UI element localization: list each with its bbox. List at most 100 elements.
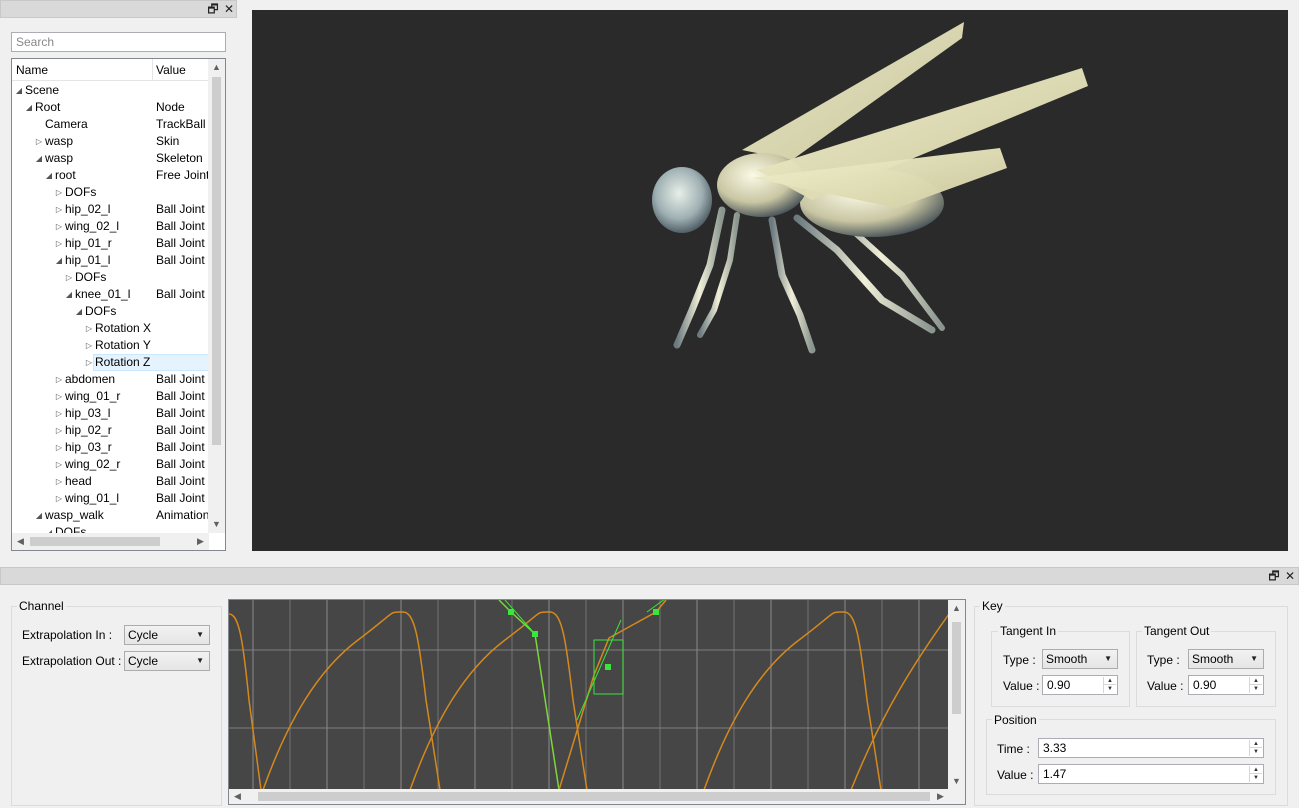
tangent-in-value-spinbox[interactable]: 0.90 ▲ ▼ <box>1042 675 1118 695</box>
tree-row[interactable]: ▷ Rotation Y <box>12 337 209 354</box>
spin-up-icon[interactable]: ▲ <box>1104 677 1116 685</box>
scene-tree[interactable]: Name Value ◢ Scene ◢ Root Node Camera Tr… <box>11 58 226 551</box>
tree-row[interactable]: ▷ DOFs <box>12 184 209 201</box>
expanded-arrow-icon[interactable]: ◢ <box>34 507 44 524</box>
tree-row[interactable]: ◢ wasp_walk Animation <box>12 507 209 524</box>
column-header-value[interactable]: Value <box>156 63 186 77</box>
scroll-left-icon[interactable]: ◀ <box>229 788 246 804</box>
3d-viewport[interactable] <box>252 10 1288 551</box>
close-icon[interactable]: ✕ <box>1283 569 1297 583</box>
tree-vertical-scrollbar[interactable]: ▲ ▼ <box>208 59 225 533</box>
collapsed-arrow-icon[interactable]: ▷ <box>84 337 94 354</box>
time-spinbox[interactable]: 3.33 ▲ ▼ <box>1038 738 1264 758</box>
collapsed-arrow-icon[interactable]: ▷ <box>54 371 64 388</box>
expanded-arrow-icon[interactable]: ◢ <box>54 252 64 269</box>
column-header-name[interactable]: Name <box>16 63 48 77</box>
extrapolation-in-dropdown[interactable]: Cycle ▼ <box>124 625 210 645</box>
expanded-arrow-icon[interactable]: ◢ <box>64 286 74 303</box>
scroll-left-icon[interactable]: ◀ <box>12 533 29 550</box>
tree-row[interactable]: ▷ wasp Skin <box>12 133 209 150</box>
tree-row[interactable]: ▷ head Ball Joint <box>12 473 209 490</box>
tree-row[interactable]: ▷ Rotation X <box>12 320 209 337</box>
tree-row[interactable]: ◢ DOFs <box>12 303 209 320</box>
tree-row[interactable]: ▷ hip_02_l Ball Joint <box>12 201 209 218</box>
collapsed-arrow-icon[interactable]: ▷ <box>34 133 44 150</box>
search-input[interactable] <box>11 32 226 52</box>
column-separator[interactable] <box>152 59 153 80</box>
curve-plot-area[interactable] <box>229 600 950 791</box>
close-icon[interactable]: ✕ <box>222 2 236 16</box>
position-value-spinbox[interactable]: 1.47 ▲ ▼ <box>1038 764 1264 784</box>
tree-row-selected[interactable]: ▷ Rotation Z <box>12 354 209 371</box>
tree-row[interactable]: ▷ DOFs <box>12 269 209 286</box>
spin-down-icon[interactable]: ▼ <box>1250 774 1262 782</box>
scroll-right-icon[interactable]: ▶ <box>932 788 949 804</box>
scrollbar-thumb[interactable] <box>952 622 961 714</box>
spin-up-icon[interactable]: ▲ <box>1250 766 1262 774</box>
collapsed-arrow-icon[interactable]: ▷ <box>54 388 64 405</box>
tangent-out-type-dropdown[interactable]: Smooth ▼ <box>1188 649 1264 669</box>
curve-editor[interactable]: ▲ ▼ ◀ ▶ <box>228 599 966 805</box>
tree-row[interactable]: ▷ wing_01_r Ball Joint <box>12 388 209 405</box>
tree-row[interactable]: ▷ wing_01_l Ball Joint <box>12 490 209 507</box>
time-label: Time : <box>997 742 1030 756</box>
collapsed-arrow-icon[interactable]: ▷ <box>54 235 64 252</box>
scrollbar-thumb[interactable] <box>30 537 160 546</box>
collapsed-arrow-icon[interactable]: ▷ <box>54 422 64 439</box>
scroll-up-icon[interactable]: ▲ <box>208 59 225 76</box>
tree-row[interactable]: ▷ hip_03_l Ball Joint <box>12 405 209 422</box>
tree-row[interactable]: ◢ wasp Skeleton <box>12 150 209 167</box>
tree-row[interactable]: ▷ abdomen Ball Joint <box>12 371 209 388</box>
spin-up-icon[interactable]: ▲ <box>1250 677 1262 685</box>
collapsed-arrow-icon[interactable]: ▷ <box>84 320 94 337</box>
extrapolation-out-dropdown[interactable]: Cycle ▼ <box>124 651 210 671</box>
collapsed-arrow-icon[interactable]: ▷ <box>54 184 64 201</box>
spin-down-icon[interactable]: ▼ <box>1104 685 1116 693</box>
tree-row[interactable]: ▷ hip_02_r Ball Joint <box>12 422 209 439</box>
tree-row[interactable]: ◢ hip_01_l Ball Joint <box>12 252 209 269</box>
collapsed-arrow-icon[interactable]: ▷ <box>54 490 64 507</box>
scroll-down-icon[interactable]: ▼ <box>948 773 965 790</box>
spinbox-value: 0.90 <box>1193 678 1217 692</box>
tree-row[interactable]: ▷ hip_03_r Ball Joint <box>12 439 209 456</box>
curve-graph[interactable] <box>229 600 950 791</box>
expanded-arrow-icon[interactable]: ◢ <box>74 303 84 320</box>
expanded-arrow-icon[interactable]: ◢ <box>34 150 44 167</box>
collapsed-arrow-icon[interactable]: ▷ <box>54 456 64 473</box>
collapsed-arrow-icon[interactable]: ▷ <box>54 439 64 456</box>
collapsed-arrow-icon[interactable]: ▷ <box>54 218 64 235</box>
tree-row[interactable]: ▷ hip_01_r Ball Joint <box>12 235 209 252</box>
expanded-arrow-icon[interactable]: ◢ <box>24 99 34 116</box>
tree-row[interactable]: ▷ wing_02_r Ball Joint <box>12 456 209 473</box>
expanded-arrow-icon[interactable]: ◢ <box>14 82 24 99</box>
collapsed-arrow-icon[interactable]: ▷ <box>54 405 64 422</box>
float-icon[interactable]: 🗗 <box>206 2 220 16</box>
collapsed-arrow-icon[interactable]: ▷ <box>54 201 64 218</box>
collapsed-arrow-icon[interactable]: ▷ <box>54 473 64 490</box>
scroll-up-icon[interactable]: ▲ <box>948 600 965 617</box>
scroll-down-icon[interactable]: ▼ <box>208 516 225 533</box>
tangent-in-type-dropdown[interactable]: Smooth ▼ <box>1042 649 1118 669</box>
tree-horizontal-scrollbar[interactable]: ◀ ▶ <box>12 533 209 550</box>
expanded-arrow-icon[interactable]: ◢ <box>44 524 54 533</box>
expanded-arrow-icon[interactable]: ◢ <box>44 167 54 184</box>
tangent-out-value-spinbox[interactable]: 0.90 ▲ ▼ <box>1188 675 1264 695</box>
tree-row[interactable]: ◢ DOFs <box>12 524 209 533</box>
spin-down-icon[interactable]: ▼ <box>1250 685 1262 693</box>
collapsed-arrow-icon[interactable]: ▷ <box>84 354 94 371</box>
float-icon[interactable]: 🗗 <box>1267 569 1281 583</box>
collapsed-arrow-icon[interactable]: ▷ <box>64 269 74 286</box>
tree-row[interactable]: ◢ knee_01_l Ball Joint <box>12 286 209 303</box>
tree-row[interactable]: ▷ wing_02_l Ball Joint <box>12 218 209 235</box>
scroll-right-icon[interactable]: ▶ <box>192 533 209 550</box>
tree-row[interactable]: ◢ root Free Joint <box>12 167 209 184</box>
scrollbar-thumb[interactable] <box>258 792 930 801</box>
spin-down-icon[interactable]: ▼ <box>1250 748 1262 756</box>
curve-horizontal-scrollbar[interactable]: ◀ ▶ <box>229 789 949 804</box>
tree-row[interactable]: ◢ Root Node <box>12 99 209 116</box>
tree-row[interactable]: ◢ Scene <box>12 82 209 99</box>
tree-row[interactable]: Camera TrackBall <box>12 116 209 133</box>
curve-vertical-scrollbar[interactable]: ▲ ▼ <box>948 600 965 790</box>
scrollbar-thumb[interactable] <box>212 77 221 445</box>
spin-up-icon[interactable]: ▲ <box>1250 740 1262 748</box>
